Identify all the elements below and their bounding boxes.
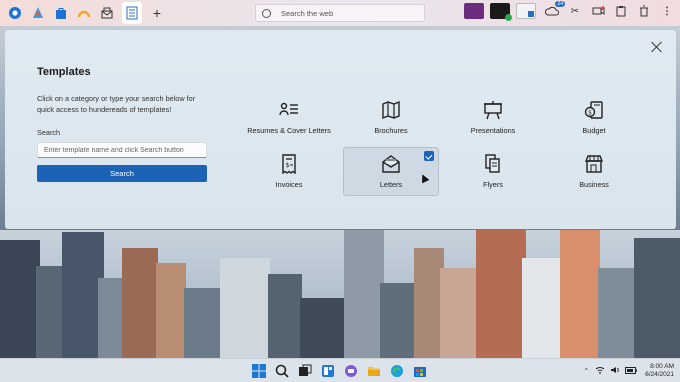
new-tab-plus-icon[interactable]: +	[149, 5, 165, 21]
close-icon[interactable]	[650, 40, 664, 54]
category-letters[interactable]: Letters	[343, 147, 439, 196]
category-label: Brochures	[374, 126, 408, 135]
clock-date: 6/24/2021	[645, 371, 674, 378]
dialog-description: Click on a category or type your search …	[37, 94, 196, 114]
category-brochures[interactable]: Brochures	[344, 100, 438, 148]
widgets-icon[interactable]	[321, 364, 335, 378]
invoice-icon: $	[282, 154, 296, 174]
category-budget[interactable]: $ Budget	[547, 100, 641, 148]
mail-icon[interactable]	[99, 5, 115, 21]
brochure-icon	[382, 100, 400, 120]
clock[interactable]: 8:00 AM 6/24/2021	[645, 363, 674, 379]
selected-check-icon	[424, 151, 434, 161]
store-icon[interactable]	[53, 5, 69, 21]
dialog-title: Templates	[37, 66, 91, 78]
video-camera-icon[interactable]	[591, 4, 605, 18]
category-label: Business	[579, 180, 609, 189]
windows-start-icon[interactable]	[252, 364, 266, 378]
map-app-icon[interactable]	[30, 5, 46, 21]
cloud-sync-icon[interactable]: 24	[545, 1, 565, 18]
category-business[interactable]: Business	[547, 154, 641, 202]
category-invoices[interactable]: $ Invoices	[242, 154, 336, 202]
wifi-icon[interactable]	[595, 366, 605, 376]
category-flyers[interactable]: Flyers	[446, 154, 540, 202]
taskbar: ⌃ 8:00 AM 6/24/2021	[0, 358, 680, 382]
flyers-icon	[485, 154, 500, 173]
category-label: Presentations	[470, 126, 516, 135]
top-toolbar: + Search the web 24 ✂ ⋮	[0, 0, 680, 26]
chevron-up-icon[interactable]: ⌃	[584, 367, 589, 375]
letter-icon	[382, 155, 400, 173]
taskbar-search-icon[interactable]	[275, 364, 289, 378]
category-label: Budget	[582, 126, 606, 135]
web-search-placeholder: Search the web	[281, 8, 334, 18]
template-search-input[interactable]	[37, 142, 207, 158]
toolbar-right-icons: 24 ✂ ⋮	[458, 1, 674, 21]
thumbnail-3-icon[interactable]	[516, 3, 536, 19]
edge-browser-icon[interactable]	[390, 364, 404, 378]
svg-text:$: $	[286, 162, 290, 169]
more-options-icon[interactable]: ⋮	[660, 4, 674, 18]
templates-app-icon[interactable]	[122, 2, 142, 24]
svg-text:$: $	[588, 110, 592, 117]
battery-icon[interactable]	[625, 366, 637, 376]
category-label: Letters	[379, 180, 403, 189]
budget-icon: $	[584, 101, 603, 119]
search-label: Search	[37, 128, 61, 137]
resume-icon	[279, 102, 298, 116]
teams-chat-icon[interactable]	[344, 364, 358, 378]
desktop-wallpaper	[0, 230, 680, 358]
thumbnail-1-icon[interactable]	[464, 3, 484, 19]
presentation-icon	[484, 101, 502, 120]
templates-dialog: Templates Click on a category or type yo…	[5, 30, 676, 229]
category-label: Resumes & Cover Letters	[247, 126, 331, 135]
business-icon	[584, 155, 604, 173]
clock-time: 8:00 AM	[650, 363, 674, 370]
volume-icon[interactable]	[610, 366, 620, 376]
system-tray: ⌃ 8:00 AM 6/24/2021	[578, 363, 674, 379]
clipboard-icon[interactable]	[614, 4, 628, 18]
category-presentations[interactable]: Presentations	[446, 100, 540, 148]
search-icon	[262, 8, 271, 18]
file-explorer-icon[interactable]	[367, 364, 381, 378]
category-resumes[interactable]: Resumes & Cover Letters	[242, 100, 336, 148]
task-view-icon[interactable]	[298, 364, 312, 378]
search-button[interactable]: Search	[37, 165, 207, 182]
store-taskbar-icon[interactable]	[413, 364, 427, 378]
trash-icon[interactable]	[637, 4, 651, 18]
scissors-icon[interactable]: ✂	[568, 4, 582, 18]
start-orb-icon[interactable]	[7, 5, 23, 21]
weather-icon[interactable]	[76, 5, 92, 21]
thumbnail-2-icon[interactable]	[490, 3, 512, 21]
category-label: Invoices	[275, 180, 303, 189]
web-search-box[interactable]: Search the web	[255, 4, 425, 22]
category-label: Flyers	[483, 180, 503, 189]
mouse-cursor-icon	[418, 172, 430, 184]
notification-badge: 24	[555, 1, 565, 7]
